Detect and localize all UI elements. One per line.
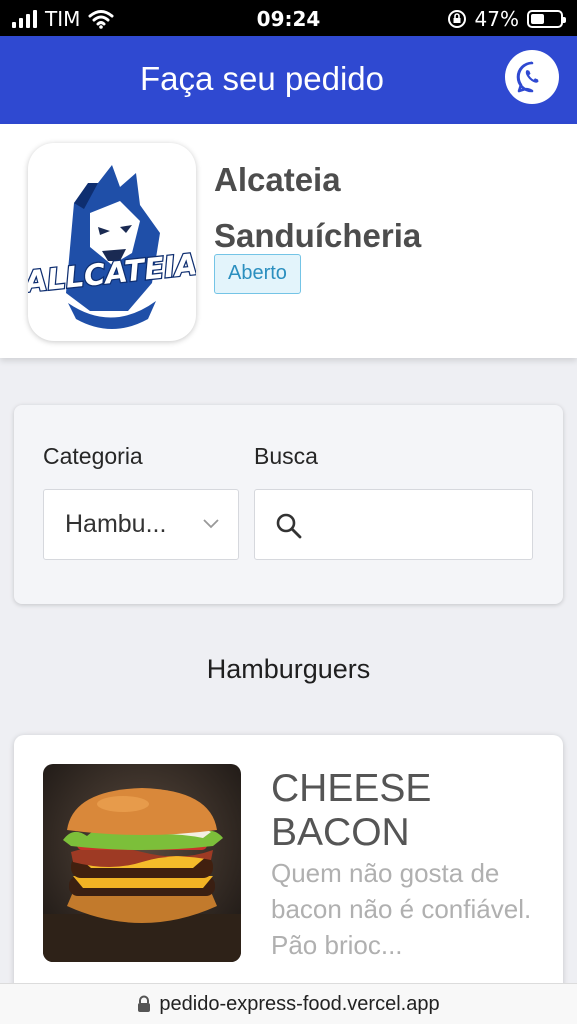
battery-icon: [527, 10, 566, 28]
lock-icon: [138, 995, 151, 1012]
search-label: Busca: [254, 443, 318, 469]
category-label: Categoria: [43, 443, 143, 469]
rotation-lock-icon: [447, 10, 466, 28]
status-bar: TIM 09:24 47%: [0, 0, 577, 36]
chevron-down-icon: [203, 519, 219, 529]
product-description: Quem não gosta de bacon não é confiável.…: [271, 858, 532, 960]
category-value: Hambu...: [65, 510, 167, 538]
whatsapp-button[interactable]: [505, 50, 559, 104]
battery-level: [531, 14, 545, 24]
store-card: ALLCATEIA Alcateia Sanduícheria Aberto: [0, 124, 577, 358]
whatsapp-icon: [516, 61, 539, 93]
product-name: CHEESE BACON: [271, 767, 432, 854]
header-title: Faça seu pedido: [139, 60, 384, 97]
filter-panel: Categoria Busca Hambu...: [14, 405, 563, 604]
search-input[interactable]: [315, 490, 525, 558]
status-right: 47%: [447, 7, 566, 31]
category-select[interactable]: Hambu...: [43, 489, 239, 560]
product-card[interactable]: CHEESE BACON Quem não gosta de bacon não…: [14, 735, 563, 1024]
product-image: [43, 764, 241, 962]
store-name: Alcateia Sanduícheria: [214, 161, 422, 254]
browser-url-bar[interactable]: pedido-express-food.vercel.app: [0, 983, 577, 1024]
status-badge: Aberto: [214, 254, 301, 294]
battery-percent: 47%: [474, 7, 519, 31]
search-field[interactable]: [254, 489, 533, 560]
app-header: Faça seu pedido: [0, 36, 577, 124]
search-icon: [276, 513, 302, 539]
url-text: pedido-express-food.vercel.app: [159, 992, 440, 1015]
store-logo: ALLCATEIA: [28, 143, 196, 341]
section-title: Hamburguers: [206, 654, 371, 684]
